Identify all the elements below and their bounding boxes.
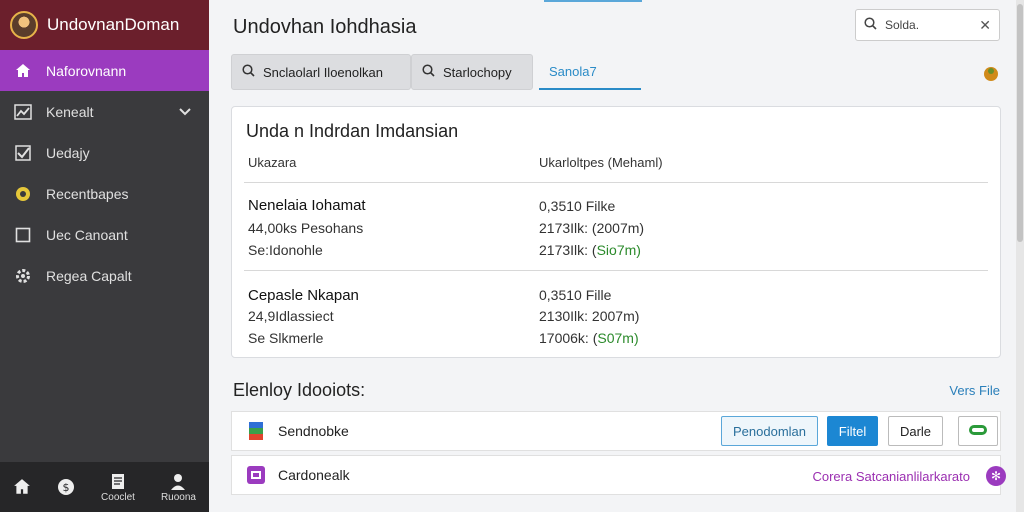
tab-label: Sanola7: [549, 63, 597, 79]
bottom-dollar[interactable]: $: [57, 477, 75, 497]
group-value: 2173Ilk: (2007m): [539, 220, 645, 236]
star-badge-icon[interactable]: ✻: [986, 466, 1006, 486]
document-icon: [110, 472, 126, 492]
svg-text:$: $: [63, 481, 70, 494]
list-item[interactable]: Sendnobke: [231, 411, 1001, 451]
search-icon: [242, 64, 255, 80]
search-icon: [422, 64, 435, 80]
divider: [244, 270, 988, 271]
square-icon: [14, 226, 32, 244]
green-value: Sio7m: [596, 242, 637, 258]
bottom-label: Ruoona: [160, 491, 196, 503]
card-title: Unda n Indrdan Imdansian: [246, 121, 459, 141]
search-icon: [864, 17, 877, 33]
toggle-icon: [968, 424, 988, 439]
info-card: Unda n Indrdan Imdansian Ukazara Ukarlol…: [231, 106, 1001, 358]
vers-file-link[interactable]: Vers File: [949, 383, 1000, 398]
sidebar-item-naforovnann[interactable]: Naforovnann: [0, 50, 209, 91]
bottom-label: Cooclet: [101, 491, 135, 503]
sidebar-item-label: Kenealt: [46, 103, 94, 120]
row-link[interactable]: Corera Satcanianlilarkarato: [812, 469, 970, 484]
close-icon[interactable]: ✕: [979, 17, 991, 34]
gear-icon: [14, 267, 32, 285]
bottom-home[interactable]: [13, 477, 31, 497]
sidebar-item-label: Naforovnann: [46, 62, 127, 79]
green-value: S07m: [597, 330, 634, 346]
group-line: Se:Idonohle: [248, 242, 323, 258]
tab-sanola7[interactable]: Sanola7: [539, 54, 641, 90]
sidebar-item-regea-capalt[interactable]: Regea Capalt: [0, 255, 209, 296]
search-value: Solda.: [885, 18, 920, 32]
sidebar-item-label: Regea Capalt: [46, 267, 132, 284]
toggle-button[interactable]: [958, 416, 998, 446]
home-icon: [14, 62, 32, 80]
group-value: 2130Ilk: 2007m): [539, 308, 640, 324]
scrollbar[interactable]: [1016, 0, 1024, 512]
divider: [244, 182, 988, 183]
sidebar: UndovnanDoman Naforovnann Kenealt Uedajy…: [0, 0, 209, 512]
group-line: 24,9Idlassiect: [248, 308, 334, 324]
column-header: Ukarloltpes (Mehaml): [539, 155, 663, 170]
penodomlan-button[interactable]: Penodomlan: [721, 416, 818, 446]
sidebar-item-kenealt[interactable]: Kenealt: [0, 91, 209, 132]
tab-label: Snclaolarl Iloenolkan: [263, 64, 383, 80]
list-item-label: Sendnobke: [278, 423, 349, 439]
bottom-document[interactable]: Cooclet: [101, 472, 135, 503]
section-title: Elenloy Idooiots:: [233, 380, 366, 400]
user-badge-icon[interactable]: [982, 63, 1000, 86]
sidebar-header: UndovnanDoman: [0, 0, 209, 50]
sidebar-item-label: Uec Canoant: [46, 226, 128, 243]
sidebar-item-label: Recentbapes: [46, 185, 129, 202]
main-content: Undovhan Iohdhasia Solda. ✕ Snclaolarl I…: [209, 0, 1016, 512]
stacked-file-icon: [246, 421, 266, 441]
dollar-icon: $: [57, 477, 75, 497]
checkbox-icon: [14, 144, 32, 162]
bottom-user[interactable]: Ruoona: [161, 472, 196, 503]
avatar[interactable]: [10, 11, 38, 39]
group-value: 0,3510 Filke: [539, 198, 616, 214]
chevron-down-icon[interactable]: [179, 103, 191, 119]
group-line: Se Slkmerle: [248, 330, 324, 346]
group-line: 44,00ks Pesohans: [248, 220, 364, 236]
circle-icon: [14, 185, 32, 203]
user-icon: [170, 472, 186, 492]
group-value: 2173Ilk: (Sio7m): [539, 242, 641, 258]
purple-app-icon: [246, 465, 266, 485]
chart-icon: [14, 103, 32, 121]
sidebar-item-recentbapes[interactable]: Recentbapes: [0, 173, 209, 214]
tab-label: Starlochopy: [443, 64, 512, 80]
search-input[interactable]: Solda. ✕: [855, 9, 1000, 41]
sidebar-bottom-bar: $ Cooclet Ruoona: [0, 462, 209, 512]
tab-snclaolarl[interactable]: Snclaolarl Iloenolkan: [231, 54, 411, 90]
scrollbar-thumb[interactable]: [1017, 4, 1023, 242]
page-title: Undovhan Iohdhasia: [233, 16, 417, 38]
group-name: Cepasle Nkapan: [248, 287, 359, 304]
tab-starlochopy[interactable]: Starlochopy: [411, 54, 533, 90]
list-item-label: Cardonealk: [278, 467, 350, 483]
group-value: 0,3510 Fille: [539, 287, 612, 303]
filter-button[interactable]: Filtel: [827, 416, 878, 446]
home-icon: [13, 477, 31, 497]
sidebar-item-label: Uedajy: [46, 144, 90, 161]
top-progress-line: [544, 0, 642, 2]
darle-button[interactable]: Darle: [888, 416, 943, 446]
group-name: Nenelaia Iohamat: [248, 197, 366, 214]
sidebar-item-uec-canoant[interactable]: Uec Canoant: [0, 214, 209, 255]
sidebar-item-uedajy[interactable]: Uedajy: [0, 132, 209, 173]
group-value: 17006k: (S07m): [539, 330, 639, 346]
app-title: UndovnanDoman: [47, 15, 180, 34]
column-header: Ukazara: [248, 155, 297, 170]
